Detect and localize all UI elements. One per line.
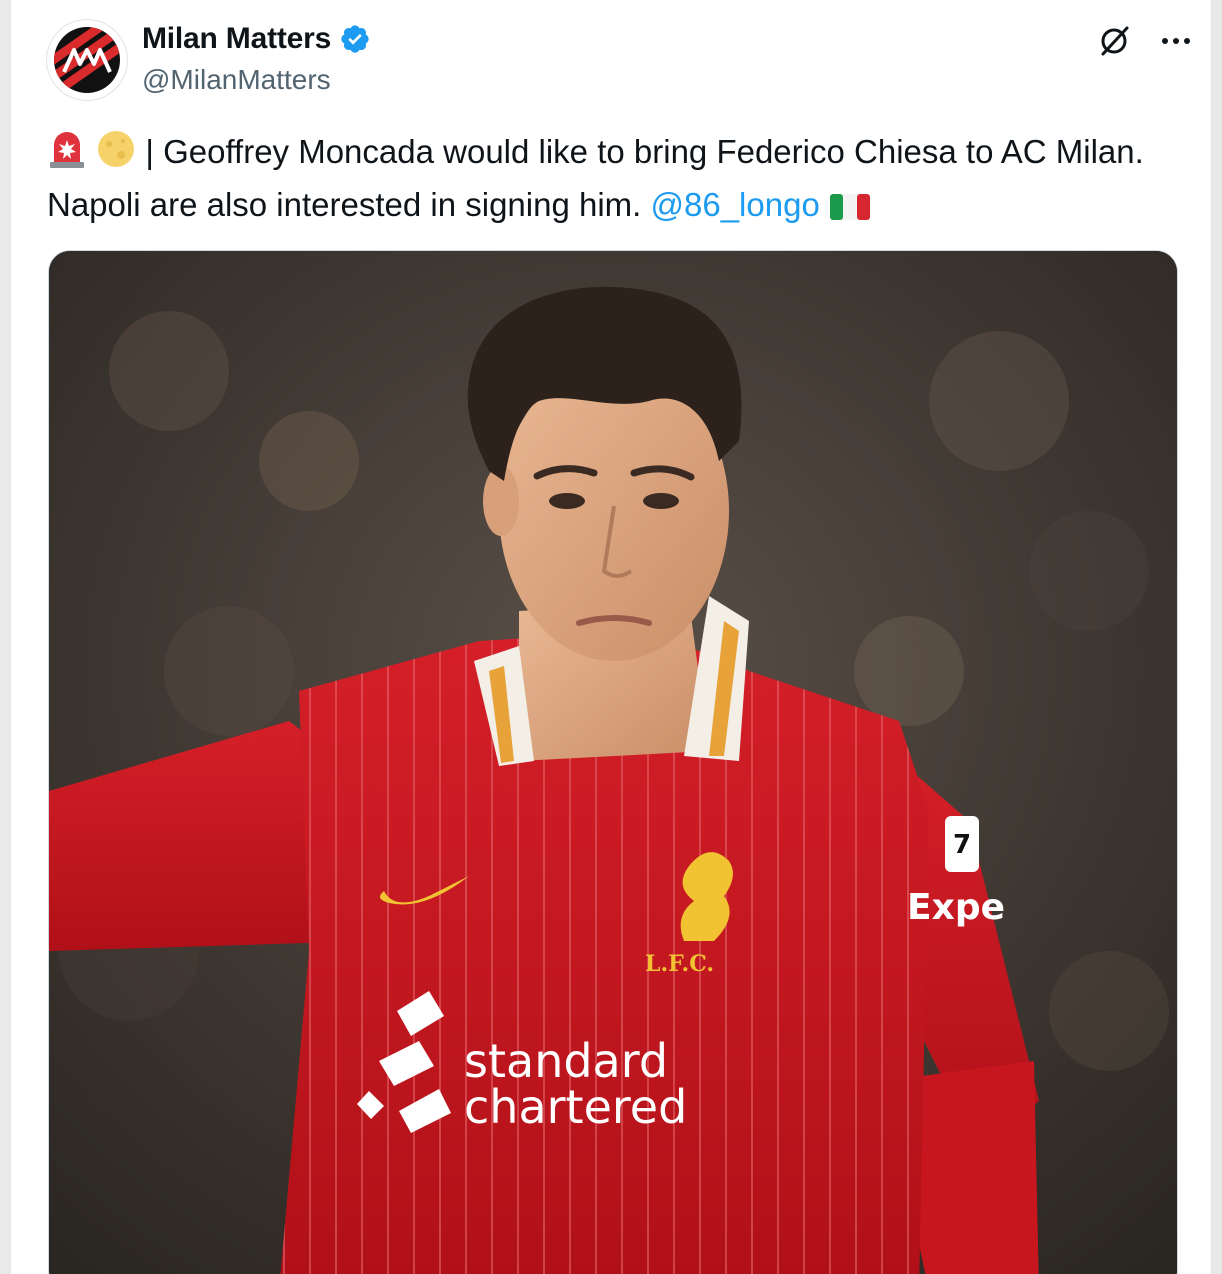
- tweet-body-text: | Geoffrey Moncada would like to bring F…: [47, 133, 1144, 223]
- italy-flag-emoji-icon: [829, 187, 871, 234]
- rotating-light-emoji-icon: [47, 131, 87, 181]
- tweet-text: | Geoffrey Moncada would like to bring F…: [47, 128, 1167, 234]
- verified-badge-icon: [339, 23, 371, 55]
- mention-link[interactable]: @86_longo: [651, 186, 820, 223]
- crest-text: L.F.C.: [645, 951, 714, 977]
- full-moon-emoji-icon: [96, 129, 136, 181]
- display-name[interactable]: Milan Matters: [142, 22, 331, 56]
- player-photo: L.F.C. standard chartered 7 Expe: [49, 251, 1177, 1274]
- sponsor-line2: chartered: [464, 1080, 687, 1134]
- tweet-actions-top: [1097, 24, 1191, 58]
- more-options-icon[interactable]: [1161, 36, 1191, 46]
- sleeve-text: Expe: [907, 887, 1005, 928]
- account-handle[interactable]: @MilanMatters: [142, 64, 331, 96]
- sleeve-badge-text: 7: [953, 830, 971, 860]
- avatar[interactable]: [47, 20, 127, 100]
- milan-matters-logo-icon: [48, 21, 126, 99]
- tweet-card: Milan Matters @MilanMatters | Geoffrey M…: [10, 0, 1212, 1274]
- grok-icon[interactable]: [1097, 24, 1131, 58]
- tweet-photo[interactable]: L.F.C. standard chartered 7 Expe: [48, 250, 1178, 1274]
- account-name-row[interactable]: Milan Matters: [142, 22, 371, 56]
